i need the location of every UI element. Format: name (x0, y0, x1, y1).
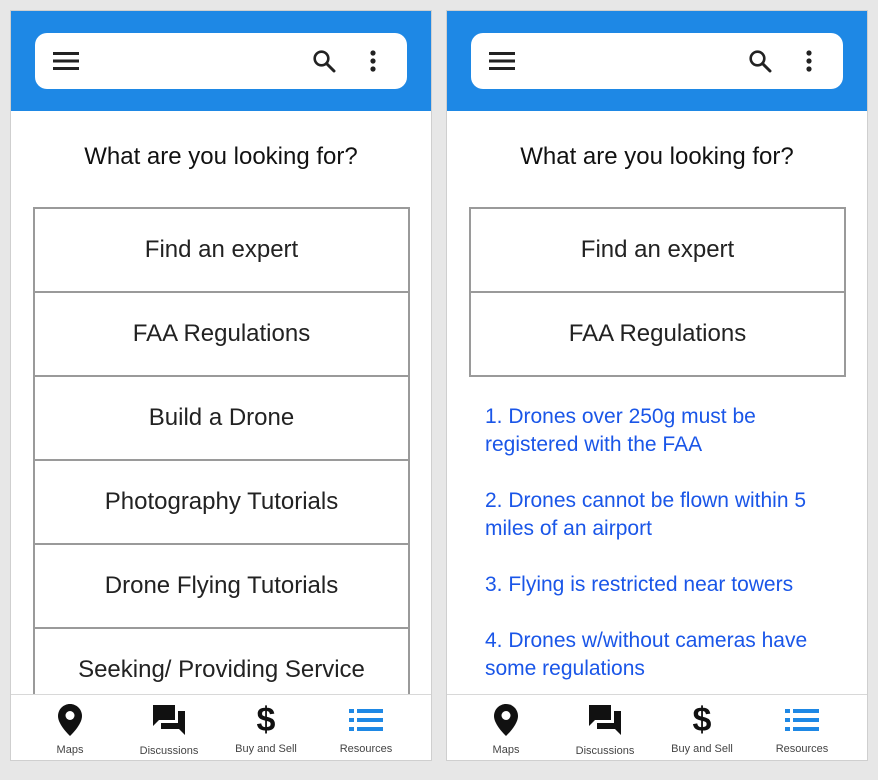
menu-item-find-expert[interactable]: Find an expert (33, 207, 410, 293)
nav-item-resources[interactable]: Resources (321, 695, 411, 760)
hamburger-menu-icon[interactable] (51, 33, 81, 89)
nav-item-discussions[interactable]: Discussions (560, 695, 650, 760)
more-vert-icon[interactable] (361, 33, 385, 89)
menu-item-photography-tutorials[interactable]: Photography Tutorials (33, 459, 410, 545)
list-icon (757, 703, 847, 737)
bottom-nav: Maps Discussions $ Buy and Sell Resource… (11, 694, 431, 760)
menu-item-find-expert[interactable]: Find an expert (469, 207, 846, 293)
nav-label: Maps (492, 744, 520, 756)
map-pin-icon (461, 703, 551, 737)
nav-label: Buy and Sell (671, 743, 733, 755)
nav-label: Discussions (575, 745, 635, 757)
nav-label: Resources (775, 743, 829, 755)
nav-item-buy-sell[interactable]: $ Buy and Sell (221, 695, 311, 760)
nav-label: Discussions (139, 745, 199, 757)
nav-label: Buy and Sell (235, 743, 297, 755)
bottom-nav: Maps Discussions $ Buy and Sell Resource… (447, 694, 867, 760)
app-header (447, 11, 867, 111)
regulation-link[interactable]: 4. Drones w/without cameras have some re… (485, 627, 850, 683)
regulation-link[interactable]: 1. Drones over 250g must be registered w… (485, 403, 850, 459)
app-header (11, 11, 431, 111)
phone-screen-resources: What are you looking for? Find an expert… (10, 10, 432, 761)
faa-regulations-list: 1. Drones over 250g must be registered w… (485, 403, 850, 711)
phone-screen-faa-regulations: What are you looking for? Find an expert… (446, 10, 868, 761)
nav-item-maps[interactable]: Maps (25, 695, 115, 760)
menu-item-faa-regulations[interactable]: FAA Regulations (33, 291, 410, 377)
nav-label: Maps (56, 744, 84, 756)
resource-menu: Find an expert FAA Regulations (469, 207, 846, 377)
nav-label: Resources (339, 743, 393, 755)
chat-bubbles-icon (124, 703, 214, 737)
dollar-icon: $ (256, 701, 276, 739)
nav-item-buy-sell[interactable]: $ Buy and Sell (657, 695, 747, 760)
regulation-link[interactable]: 2. Drones cannot be flown within 5 miles… (485, 487, 850, 543)
regulation-link[interactable]: 3. Flying is restricted near towers (485, 571, 850, 599)
menu-item-drone-flying-tutorials[interactable]: Drone Flying Tutorials (33, 543, 410, 629)
page-question: What are you looking for? (520, 143, 794, 170)
more-vert-icon[interactable] (797, 33, 821, 89)
hamburger-menu-icon[interactable] (487, 33, 517, 89)
nav-item-resources[interactable]: Resources (757, 695, 847, 760)
dollar-icon: $ (692, 701, 712, 739)
page-question: What are you looking for? (84, 143, 358, 170)
list-icon (321, 703, 411, 737)
search-bar[interactable] (35, 33, 407, 89)
search-icon[interactable] (745, 33, 775, 89)
resource-menu: Find an expert FAA Regulations Build a D… (33, 207, 410, 713)
map-pin-icon (25, 703, 115, 737)
search-bar[interactable] (471, 33, 843, 89)
search-icon[interactable] (309, 33, 339, 89)
menu-item-build-drone[interactable]: Build a Drone (33, 375, 410, 461)
nav-item-discussions[interactable]: Discussions (124, 695, 214, 760)
chat-bubbles-icon (560, 703, 650, 737)
menu-item-faa-regulations[interactable]: FAA Regulations (469, 291, 846, 377)
nav-item-maps[interactable]: Maps (461, 695, 551, 760)
